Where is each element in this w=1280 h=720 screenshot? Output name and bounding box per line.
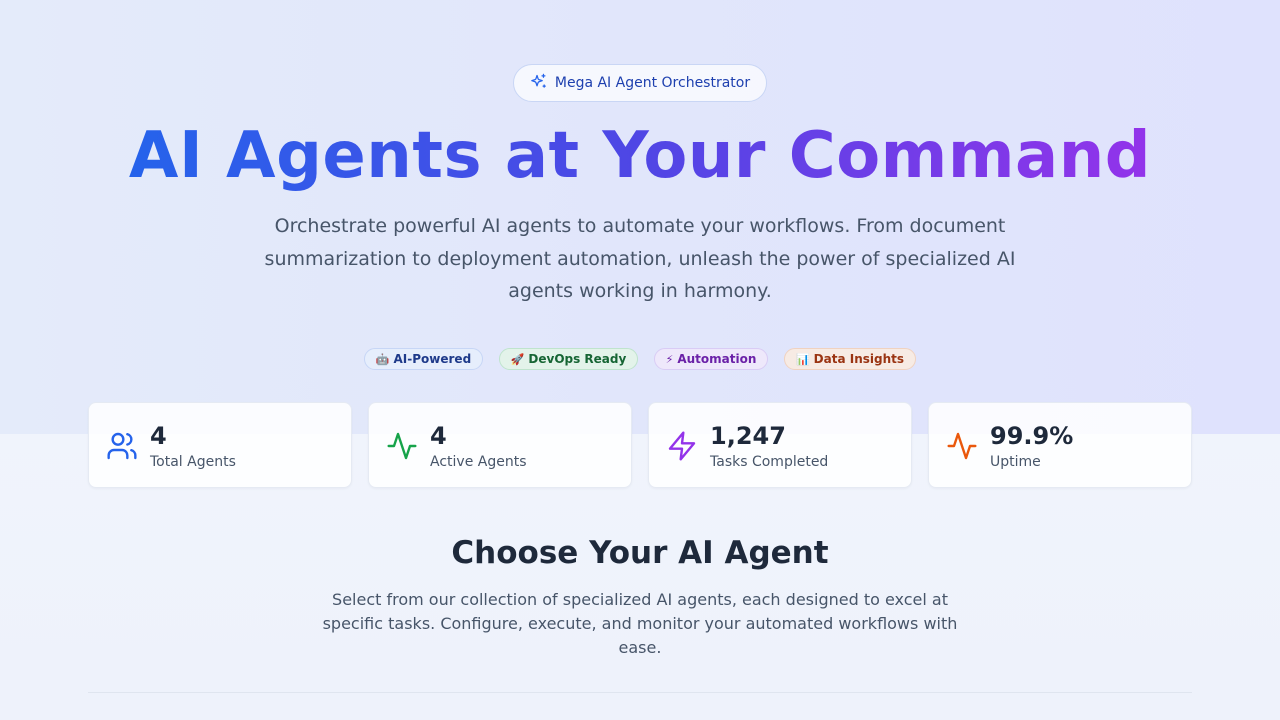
tag-devops-ready: 🚀 DevOps Ready (499, 348, 638, 370)
bar-chart-icon: 📊 (795, 352, 810, 366)
hero-badge: Mega AI Agent Orchestrator (513, 64, 767, 102)
users-icon (106, 430, 138, 462)
stat-label: Active Agents (430, 454, 527, 470)
stat-value: 1,247 (710, 422, 786, 450)
stat-value: 4 (150, 422, 167, 450)
tag-label: AI-Powered (393, 352, 472, 366)
robot-icon: 🤖 (375, 352, 390, 366)
page-content: Mega AI Agent Orchestrator AI Agents at … (0, 0, 1280, 720)
feature-tags: 🤖 AI-Powered 🚀 DevOps Ready ⚡ Automation… (0, 348, 1280, 370)
tag-label: Data Insights (813, 352, 905, 366)
stat-card-tasks-completed: 1,247 Tasks Completed (648, 402, 912, 488)
lightning-icon (666, 430, 698, 462)
stat-label: Total Agents (150, 454, 236, 470)
tag-label: DevOps Ready (528, 352, 627, 366)
hero-badge-label: Mega AI Agent Orchestrator (554, 75, 751, 91)
sparkles-icon (530, 73, 547, 94)
stat-card-uptime: 99.9% Uptime (928, 402, 1192, 488)
hero-title-text: AI Agents at Your Command (128, 119, 1152, 193)
divider (88, 692, 1192, 693)
hero-title: AI Agents at Your Command (0, 118, 1280, 194)
stat-card-active-agents: 4 Active Agents (368, 402, 632, 488)
section-title: Choose Your AI Agent (451, 535, 829, 571)
lightning-icon: ⚡ (665, 352, 674, 366)
stat-card-total-agents: 4 Total Agents (88, 402, 352, 488)
tag-label: Automation (677, 352, 757, 366)
activity-icon (946, 430, 978, 462)
stat-value: 4 (430, 422, 447, 450)
tag-automation: ⚡ Automation (654, 348, 768, 370)
rocket-icon: 🚀 (510, 352, 525, 366)
hero-description: Orchestrate powerful AI agents to automa… (264, 215, 1016, 302)
section-description: Select from our collection of specialize… (322, 590, 958, 657)
tag-ai-powered: 🤖 AI-Powered (364, 348, 483, 370)
activity-icon (386, 430, 418, 462)
tag-data-insights: 📊 Data Insights (784, 348, 916, 370)
stat-label: Tasks Completed (710, 454, 829, 470)
stat-value: 99.9% (990, 422, 1074, 450)
stat-label: Uptime (990, 454, 1041, 470)
